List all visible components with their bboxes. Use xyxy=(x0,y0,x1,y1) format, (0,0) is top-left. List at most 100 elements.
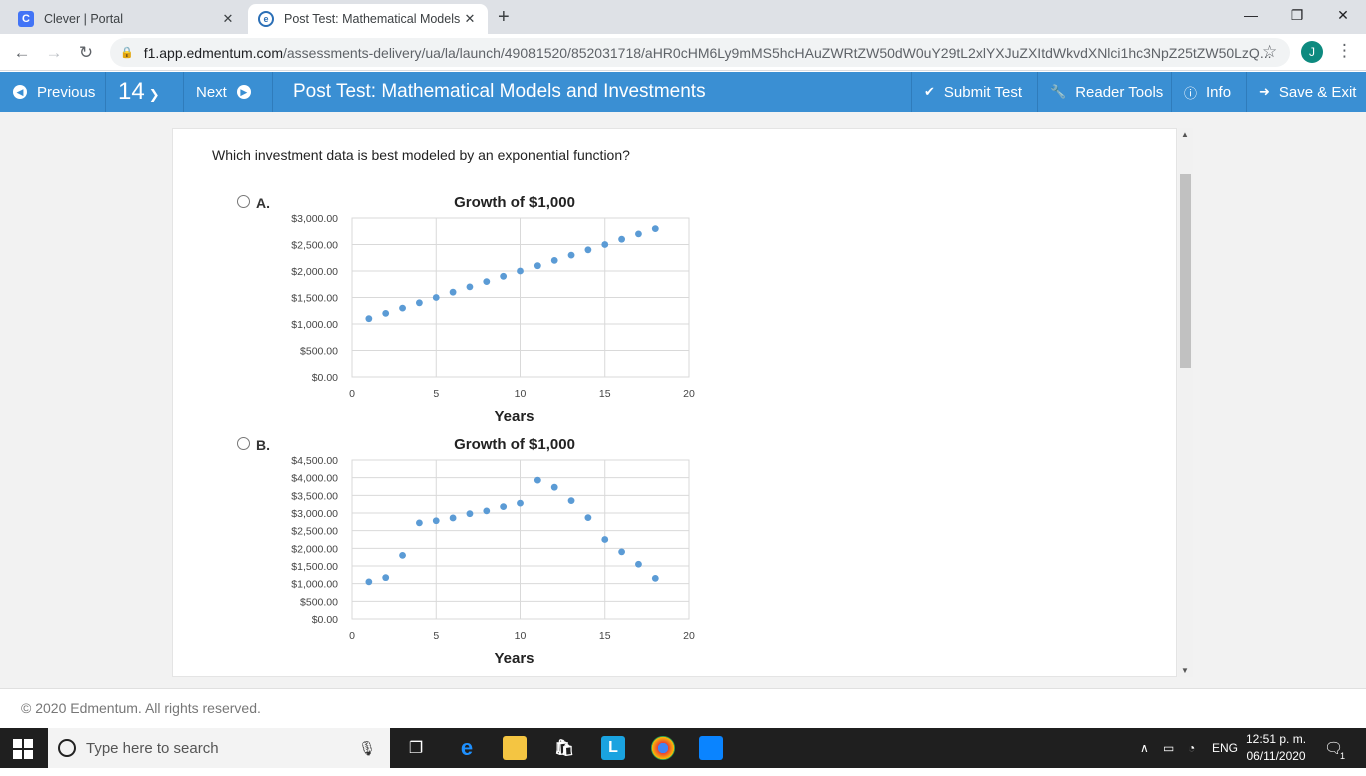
y-tick-label: $4,500.00 xyxy=(291,455,338,467)
language-indicator[interactable]: ENG xyxy=(1212,728,1238,768)
option-a-radio[interactable] xyxy=(237,195,250,208)
scroll-up-icon[interactable]: ▲ xyxy=(1181,130,1189,139)
windows-app-icon[interactable] xyxy=(699,736,723,760)
data-point xyxy=(500,503,508,511)
windows-start-icon[interactable] xyxy=(13,739,33,759)
question-number-dropdown[interactable]: 14 ❯ xyxy=(106,72,184,112)
data-point xyxy=(449,288,457,296)
file-explorer-icon[interactable] xyxy=(503,736,527,760)
y-tick-label: $1,500.00 xyxy=(291,293,338,305)
y-tick-label: $2,000.00 xyxy=(291,543,338,555)
data-point xyxy=(365,578,373,586)
tab-clever-portal[interactable]: C Clever | Portal ✕ xyxy=(8,4,246,34)
option-b-radio[interactable] xyxy=(237,437,250,450)
data-point xyxy=(533,262,541,270)
data-point xyxy=(567,497,575,505)
reader-tools-button[interactable]: 🔧 Reader Tools xyxy=(1037,72,1171,112)
y-tick-label: $500.00 xyxy=(300,346,338,358)
url-path: /assessments-delivery/ua/la/launch/49081… xyxy=(283,44,1272,61)
y-tick-label: $1,000.00 xyxy=(291,319,338,331)
chrome-icon[interactable] xyxy=(651,736,675,760)
x-tick-label: 0 xyxy=(349,388,355,400)
option-a-label[interactable]: A. xyxy=(256,195,270,211)
windows-taskbar: Type here to search 🎙 ❐ e 🛍 L ∧ ▭ ◔ ENG … xyxy=(0,728,1366,768)
save-exit-label: Save & Exit xyxy=(1278,83,1357,101)
browser-toolbar: ← → ↻ 🔒 f1.app.edmentum.com/assessments-… xyxy=(0,34,1366,71)
forward-icon[interactable]: → xyxy=(42,41,66,65)
arrow-right-circle-icon: ▶ xyxy=(236,85,251,99)
check-circle-icon: ✔ xyxy=(924,84,935,99)
next-label: Next xyxy=(196,83,227,101)
data-point xyxy=(533,476,541,484)
next-button[interactable]: Next ▶ xyxy=(184,72,273,112)
data-point xyxy=(483,278,491,285)
address-bar[interactable]: 🔒 f1.app.edmentum.com/assessments-delive… xyxy=(110,38,1290,67)
x-tick-label: 15 xyxy=(599,388,611,400)
y-tick-label: $2,000.00 xyxy=(291,266,338,278)
clock-time: 12:51 p. m. xyxy=(1246,732,1307,746)
question-prompt: Which investment data is best modeled by… xyxy=(212,147,630,163)
tab-post-test[interactable]: e Post Test: Mathematical Models a ✕ xyxy=(248,4,488,34)
browser-menu-icon[interactable]: ⋮ xyxy=(1336,41,1353,61)
back-icon[interactable]: ← xyxy=(10,41,34,65)
data-point xyxy=(635,230,642,238)
page-footer: © 2020 Edmentum. All rights reserved. xyxy=(0,688,1366,728)
taskbar-search-input[interactable]: Type here to search 🎙 xyxy=(48,728,390,768)
data-point xyxy=(483,507,491,515)
minimize-icon[interactable]: — xyxy=(1228,0,1274,30)
save-exit-button[interactable]: ➜ Save & Exit xyxy=(1246,72,1366,112)
data-point xyxy=(399,552,406,559)
x-axis-label: Years xyxy=(494,408,534,425)
x-tick-label: 10 xyxy=(515,630,527,642)
notification-count: 1 xyxy=(1340,751,1346,761)
task-view-icon[interactable]: ❐ xyxy=(404,736,428,760)
reader-tools-label: Reader Tools xyxy=(1075,83,1164,101)
sign-out-icon: ➜ xyxy=(1259,84,1270,99)
x-axis-label: Years xyxy=(494,650,534,667)
data-point xyxy=(416,299,423,307)
x-tick-label: 20 xyxy=(683,630,695,642)
taskbar-clock[interactable]: 12:51 p. m. 06/11/2020 xyxy=(1246,731,1306,765)
x-tick-label: 10 xyxy=(515,388,527,400)
profile-avatar[interactable]: J xyxy=(1301,41,1323,63)
option-b-label[interactable]: B. xyxy=(256,437,270,453)
data-point xyxy=(635,560,642,568)
launcher-l-icon[interactable]: L xyxy=(601,736,625,760)
close-tab-icon[interactable]: ✕ xyxy=(462,11,478,27)
scrollbar[interactable]: ▲ ▼ xyxy=(1178,128,1193,677)
y-tick-label: $2,500.00 xyxy=(291,526,338,538)
bookmark-star-icon[interactable]: ☆ xyxy=(1262,42,1277,62)
data-point xyxy=(432,517,440,525)
data-point xyxy=(651,225,659,232)
close-tab-icon[interactable]: ✕ xyxy=(220,11,236,27)
scroll-down-icon[interactable]: ▼ xyxy=(1181,666,1189,675)
data-point xyxy=(517,267,524,275)
info-button[interactable]: ⓘ Info xyxy=(1171,72,1246,112)
reload-icon[interactable]: ↻ xyxy=(74,41,98,65)
show-hidden-icons-icon[interactable]: ∧ xyxy=(1140,728,1149,768)
battery-icon[interactable]: ▭ xyxy=(1163,728,1174,768)
scrollbar-thumb[interactable] xyxy=(1180,174,1191,368)
y-tick-label: $500.00 xyxy=(300,596,338,608)
chart-title: Growth of $1,000 xyxy=(454,436,575,453)
close-window-icon[interactable]: ✕ xyxy=(1320,0,1366,30)
store-icon[interactable]: 🛍 xyxy=(552,736,576,760)
wifi-icon[interactable]: ◔ xyxy=(1188,728,1195,768)
data-point xyxy=(584,514,592,521)
y-tick-label: $1,500.00 xyxy=(291,561,338,573)
lock-icon: 🔒 xyxy=(120,47,134,59)
microphone-icon[interactable]: 🎙 xyxy=(358,740,376,757)
x-tick-label: 0 xyxy=(349,630,355,642)
edge-icon[interactable]: e xyxy=(455,735,479,760)
data-point xyxy=(500,272,508,280)
previous-button[interactable]: ◀ Previous xyxy=(0,72,106,112)
clever-favicon-icon: C xyxy=(18,11,34,27)
data-point xyxy=(550,483,558,491)
restore-icon[interactable]: ❐ xyxy=(1274,0,1320,30)
y-tick-label: $1,000.00 xyxy=(291,579,338,591)
data-point xyxy=(466,510,474,518)
data-point xyxy=(601,241,609,248)
new-tab-icon[interactable]: + xyxy=(498,6,510,29)
info-icon: ⓘ xyxy=(1184,85,1198,101)
submit-test-button[interactable]: ✔ Submit Test xyxy=(911,72,1037,112)
